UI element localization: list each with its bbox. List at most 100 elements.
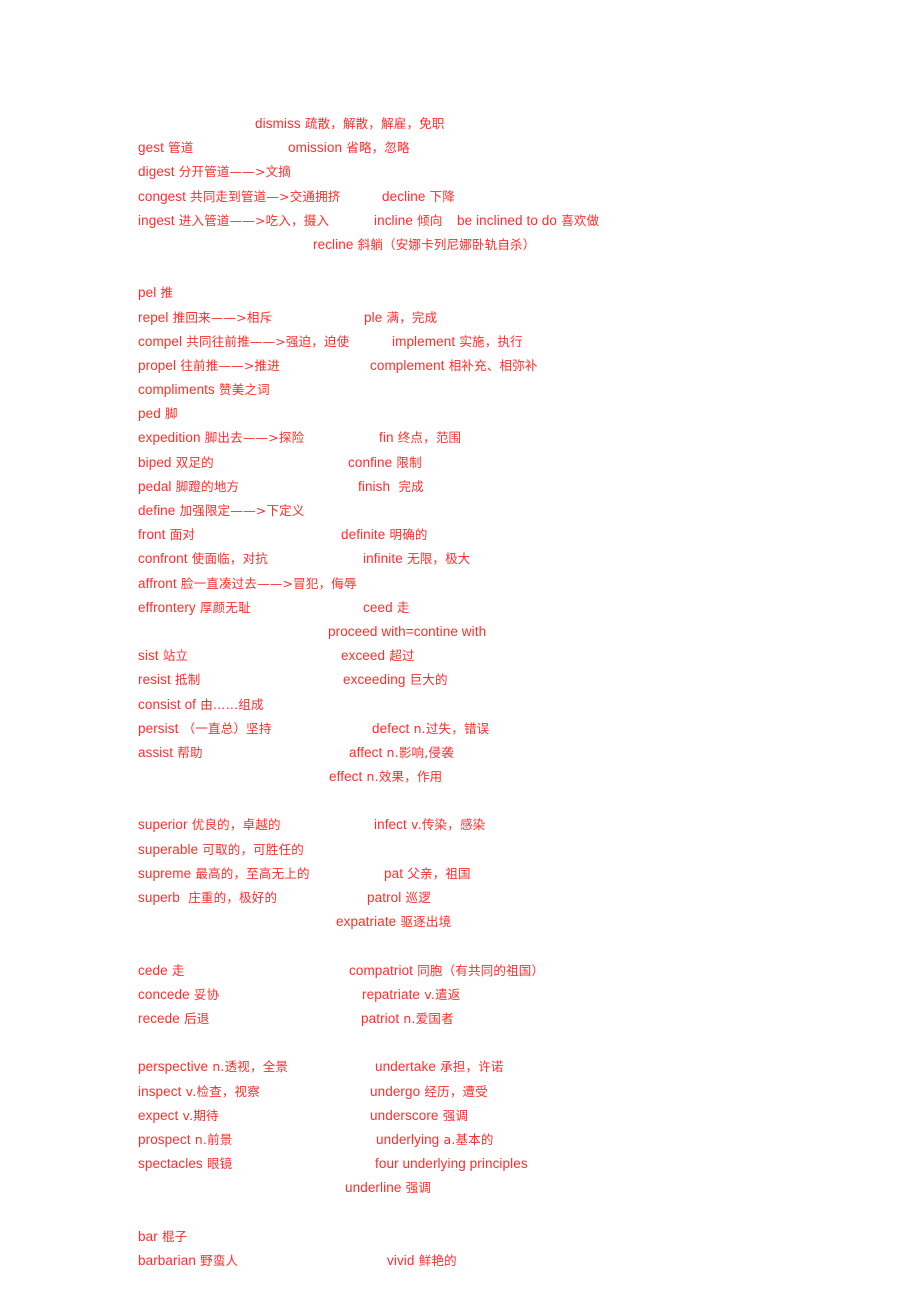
vocab-gloss: 限制	[392, 454, 422, 470]
vocab-gloss: 省略，忽略	[342, 140, 410, 156]
vocab-gloss: 加强限定——>下定义	[175, 503, 305, 518]
vocab-entry: propel 往前推——>推进	[138, 354, 280, 378]
vocab-entry: resist 抵制	[138, 668, 200, 692]
vocab-term: underlying	[376, 1131, 440, 1147]
vocab-entry: definite 明确的	[341, 523, 428, 547]
text-line: proceed with=contine with	[0, 620, 920, 644]
vocab-term: inspect	[138, 1083, 182, 1099]
text-line: biped 双足的 confine 限制	[0, 451, 920, 475]
vocab-term: affront	[138, 575, 177, 591]
vocab-term: expatriate	[336, 914, 397, 930]
text-line: inspect v.检查，视察 undergo 经历，遭受	[0, 1080, 920, 1104]
text-line: recline 斜躺（安娜卡列尼娜卧轨自杀）	[0, 233, 920, 257]
vocab-gloss: 走	[167, 962, 185, 978]
vocab-entry: recline 斜躺（安娜卡列尼娜卧轨自杀）	[313, 233, 535, 257]
vocab-gloss: a.基本的	[439, 1131, 494, 1147]
vocab-gloss: 赞美之词	[214, 382, 270, 398]
vocab-gloss: n.前景	[190, 1131, 233, 1147]
vocab-gloss: 可取的，可胜任的	[198, 841, 304, 857]
vocab-term: undergo	[370, 1083, 421, 1099]
vocab-entry: underlying a.基本的	[376, 1128, 494, 1152]
vocab-entry: infect v.传染，感染	[374, 813, 485, 837]
vocab-gloss: 脚蹬的地方	[171, 478, 240, 494]
vocab-entry: pel 推	[138, 281, 173, 305]
text-line: sist 站立 exceed 超过	[0, 644, 920, 668]
vocab-entry: ped 脚	[138, 402, 178, 426]
text-line: compliments 赞美之词	[0, 378, 920, 402]
vocab-gloss: n.影响,侵袭	[382, 744, 454, 760]
vocab-gloss: 庄重的，极好的	[179, 890, 278, 905]
vocab-gloss: 脚	[160, 406, 178, 422]
vocab-term: exceeding	[343, 672, 406, 688]
vocab-term: compliments	[138, 382, 215, 398]
vocab-term: perspective	[138, 1059, 209, 1075]
vocab-term: patrol	[367, 890, 402, 905]
vocab-gloss: 驱逐出境	[396, 914, 452, 930]
vocab-entry: pedal 脚蹬的地方	[138, 475, 239, 499]
vocab-entry: cede 走	[138, 959, 185, 983]
text-line: propel 往前推——>推进 complement 相补充、相弥补	[0, 354, 920, 378]
vocab-term: omission	[288, 140, 343, 156]
vocab-gloss: 抵制	[170, 672, 201, 688]
vocab-gloss: 走	[392, 599, 410, 615]
vocab-term: incline	[374, 212, 413, 228]
vocab-term: underscore	[370, 1107, 439, 1123]
vocab-entry: patriot n.爱国者	[361, 1007, 454, 1031]
vocab-entry: barbarian 野蛮人	[138, 1249, 238, 1273]
vocab-term: expect	[138, 1107, 179, 1123]
vocab-gloss: 共同走到管道—>交通拥挤	[185, 188, 341, 204]
vocab-term: effect	[329, 769, 363, 785]
vocab-gloss: 野蛮人	[195, 1252, 239, 1268]
vocab-entry: finish 完成	[358, 475, 424, 499]
vocab-term: underline	[345, 1180, 402, 1196]
text-line: concede 妥协 repatriate v.遣返	[0, 983, 920, 1007]
text-line: ped 脚	[0, 402, 920, 426]
vocab-term: concede	[138, 986, 190, 1002]
vocab-term: front	[138, 527, 166, 543]
vocab-entry: complement 相补充、相弥补	[370, 354, 538, 378]
vocab-gloss: v.传染，感染	[406, 817, 486, 833]
vocab-gloss: 分开管道——>文摘	[174, 164, 292, 180]
vocab-gloss: 推回来——>相斥	[168, 309, 273, 325]
vocab-gloss: 棍子	[157, 1228, 188, 1244]
vocab-term: be inclined to do	[457, 212, 558, 228]
text-line: perspective n.透视，全景 undertake 承担，许诺	[0, 1055, 920, 1079]
vocab-gloss: 最高的，至高无上的	[191, 865, 310, 881]
vocab-gloss: 面对	[165, 527, 196, 543]
text-line: cede 走 compatriot 同胞（有共同的祖国）	[0, 959, 920, 983]
vocab-entry: proceed with=contine with	[328, 620, 486, 644]
vocab-term: undertake	[375, 1059, 436, 1075]
vocab-term: propel	[138, 357, 177, 373]
vocab-gloss: n.过失，错误	[409, 720, 490, 736]
vocab-entry: defect n.过失，错误	[372, 717, 489, 741]
vocab-term: superable	[138, 841, 199, 857]
vocab-term: persist	[138, 720, 179, 736]
vocab-term: sist	[138, 648, 159, 664]
vocab-term: define	[138, 503, 176, 518]
vocab-term: prospect	[138, 1131, 191, 1147]
vocab-term: infinite	[363, 551, 403, 567]
vocab-gloss: （一直总）坚持	[178, 720, 272, 736]
text-line: expatriate 驱逐出境	[0, 910, 920, 934]
vocab-entry: infinite 无限，极大	[363, 547, 471, 571]
vocab-gloss: 斜躺（安娜卡列尼娜卧轨自杀）	[353, 236, 536, 252]
vocab-entry: expedition 脚出去——>探险	[138, 426, 304, 450]
vocab-gloss: n.透视，全景	[208, 1059, 289, 1075]
vocab-gloss: 鲜艳的	[414, 1252, 457, 1268]
vocab-term: finish	[358, 478, 391, 494]
vocab-gloss: 无限，极大	[402, 551, 471, 567]
text-line: confront 使面临，对抗 infinite 无限，极大	[0, 547, 920, 571]
vocab-term: four underlying principles	[375, 1156, 528, 1172]
vocab-entry: sist 站立	[138, 644, 188, 668]
text-line: superb 庄重的，极好的 patrol 巡逻	[0, 886, 920, 910]
vocab-term: congest	[138, 188, 186, 204]
vocab-gloss: 妥协	[189, 986, 220, 1002]
vocab-term: ped	[138, 406, 161, 422]
vocab-term: biped	[138, 454, 172, 470]
vocab-entry: ple 满，完成	[364, 306, 437, 330]
vocab-term: definite	[341, 527, 386, 543]
text-line: effrontery 厚颜无耻 ceed 走	[0, 596, 920, 620]
vocab-gloss: 经历，遭受	[420, 1083, 488, 1099]
